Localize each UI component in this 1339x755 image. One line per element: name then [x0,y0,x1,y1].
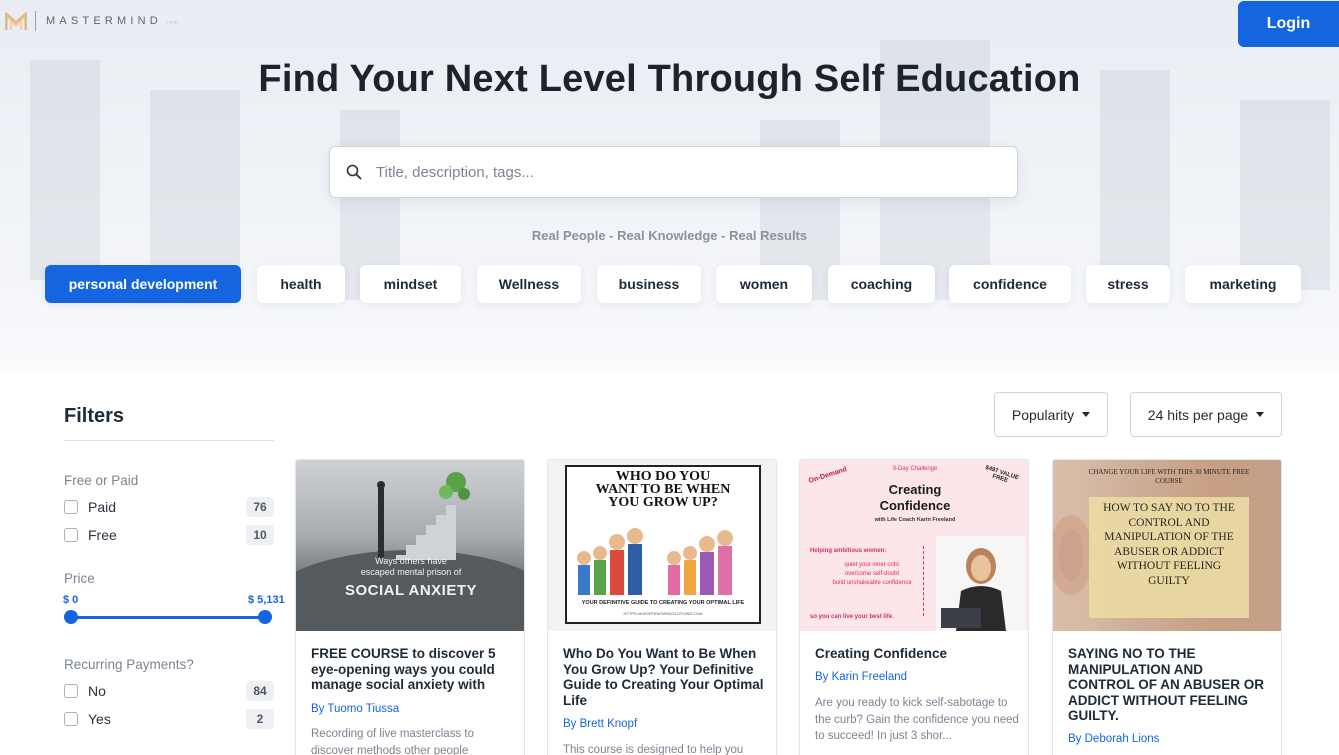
thumbnail-divider [923,546,924,616]
tag-confidence[interactable]: confidence [949,265,1071,303]
price-slider-max-handle[interactable] [258,610,272,624]
filters-title: Filters [64,405,125,427]
filter-option-no[interactable]: No 84 [64,681,274,701]
background-building [1240,100,1330,290]
price-slider-min-handle[interactable] [64,610,78,624]
filter-option-label: Free [88,527,117,543]
hits-per-page-label: 24 hits per page [1147,406,1249,423]
tag-personal-development[interactable]: personal development [45,265,241,303]
thumbnail-top-text: CHANGE YOUR LIFE WITH THIS 30 MINUTE FRE… [1088,468,1250,485]
tag-wellness[interactable]: Wellness [477,265,581,303]
price-min-label: $ 0 [63,594,79,606]
course-author[interactable]: By Deborah Lions [1068,733,1159,745]
thumbnail-title: Creating Confidence [879,482,951,513]
thumbnail-footer: YOUR DEFINITIVE GUIDE TO CREATING YOUR O… [581,600,745,606]
logo-divider [35,11,36,31]
challenge-label: 3-Day Challenge [892,466,938,472]
tag-women[interactable]: women [716,265,812,303]
course-author[interactable]: By Tuomo Tiussa [311,703,399,715]
background-building [150,90,240,290]
filter-option-label: No [88,683,106,699]
course-card[interactable]: Ways others have escaped mental prison o… [295,459,525,755]
paid-checkbox[interactable] [64,500,78,514]
tag-business[interactable]: business [597,265,701,303]
course-card[interactable]: On-Demand 3-Day Challenge $497 VALUE FRE… [799,459,1029,755]
thumbnail-bullets: quiet your inner critic overcome self-do… [832,562,912,586]
course-title[interactable]: Creating Confidence [815,646,1020,662]
search-icon [332,164,376,180]
sort-order-dropdown[interactable]: Popularity [994,392,1108,437]
course-description: Are you ready to kick self-sabotage to t… [815,697,1019,742]
course-thumbnail: WHO DO YOU WANT TO BE WHEN YOU GROW UP? … [548,460,776,631]
course-description: This course is designed to help you [563,744,744,755]
yes-checkbox[interactable] [64,712,78,726]
filter-option-yes[interactable]: Yes 2 [64,709,274,729]
course-thumbnail: Ways others have escaped mental prison o… [296,460,524,631]
filter-option-label: Yes [88,711,111,727]
filter-heading-recurring: Recurring Payments? [64,657,194,672]
course-author[interactable]: By Karin Freeland [815,671,907,683]
thumbnail-caption: Ways others have escaped mental prison o… [344,556,478,599]
thumbnail-helping: Helping ambitious women: [810,548,887,554]
tagline: Real People - Real Knowledge - Real Resu… [531,228,808,243]
course-title[interactable]: Who Do You Want to Be When You Grow Up? … [563,646,768,708]
thumbnail-subtitle: with Life Coach Karin Freeland [874,517,956,523]
login-button[interactable]: Login [1238,1,1339,47]
course-title[interactable]: SAYING NO TO THE MANIPULATION AND CONTRO… [1068,646,1273,724]
filter-option-label: Paid [88,499,117,515]
brand-domain: .com [163,20,179,26]
course-thumbnail: CHANGE YOUR LIFE WITH THIS 30 MINUTE FRE… [1053,460,1281,631]
caret-down-icon [1256,412,1265,417]
brand-name: MASTERMIND [46,15,162,27]
tag-stress[interactable]: stress [1086,265,1170,303]
social-anxiety-illustration [296,472,524,631]
course-card[interactable]: CHANGE YOUR LIFE WITH THIS 30 MINUTE FRE… [1052,459,1282,755]
thumbnail-url: HTTPS://KNOPFKNOWSSOLUTIONS.COM [623,611,703,616]
brand-logo[interactable]: MASTERMIND .com [5,10,179,32]
filter-count: 76 [246,497,274,517]
thumbnail-headline: HOW TO SAY NO TO THE CONTROL AND MANIPUL… [1103,502,1235,587]
caret-down-icon [1082,412,1091,417]
filter-count: 84 [246,681,274,701]
filter-option-paid[interactable]: Paid 76 [64,497,274,517]
search-bar[interactable] [329,146,1018,198]
on-demand-badge: On-Demand [807,466,848,485]
coach-photo [936,536,1026,631]
price-max-label: $ 5,131 [248,594,285,606]
tag-mindset[interactable]: mindset [360,265,461,303]
hits-per-page-dropdown[interactable]: 24 hits per page [1130,392,1282,437]
no-checkbox[interactable] [64,684,78,698]
free-checkbox[interactable] [64,528,78,542]
course-thumbnail: On-Demand 3-Day Challenge $497 VALUE FRE… [800,460,1028,631]
sort-order-label: Popularity [1011,406,1075,423]
filters-divider [64,440,274,441]
value-badge: $497 VALUE FREE [984,464,1020,485]
tag-coaching[interactable]: coaching [828,265,935,303]
search-input[interactable] [376,163,1017,181]
filter-heading-free-or-paid: Free or Paid [64,473,139,488]
tag-health[interactable]: health [257,265,345,303]
course-title[interactable]: FREE COURSE to discover 5 eye-opening wa… [311,646,516,693]
tag-marketing[interactable]: marketing [1185,265,1301,303]
filter-heading-price: Price [64,571,95,586]
filter-count: 10 [246,525,274,545]
filter-option-free[interactable]: Free 10 [64,525,274,545]
mastermind-logo-icon [5,12,27,30]
price-slider-track[interactable] [71,616,266,619]
hero-section: MASTERMIND .com Login Find Your Next Lev… [0,0,1339,370]
course-description: Recording of live masterclass to discove… [311,728,474,755]
thumbnail-closing: so you can live your best life. [810,614,894,620]
page-title: Find Your Next Level Through Self Educat… [258,58,1081,100]
course-author[interactable]: By Brett Knopf [563,718,637,730]
course-card[interactable]: WHO DO YOU WANT TO BE WHEN YOU GROW UP? … [547,459,777,755]
filter-count: 2 [246,709,274,729]
